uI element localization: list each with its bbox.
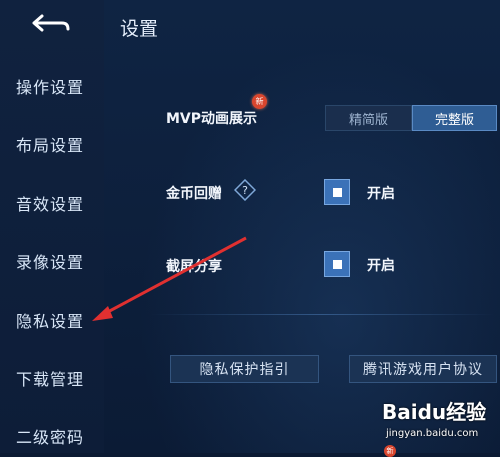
watermark-url: jingyan.baidu.com [386, 428, 479, 439]
baidu-watermark: Baidu经验 jingyan.baidu.com [382, 396, 492, 448]
watermark-brand: Baidu经验 [382, 400, 487, 424]
annotation-arrow [92, 236, 247, 321]
